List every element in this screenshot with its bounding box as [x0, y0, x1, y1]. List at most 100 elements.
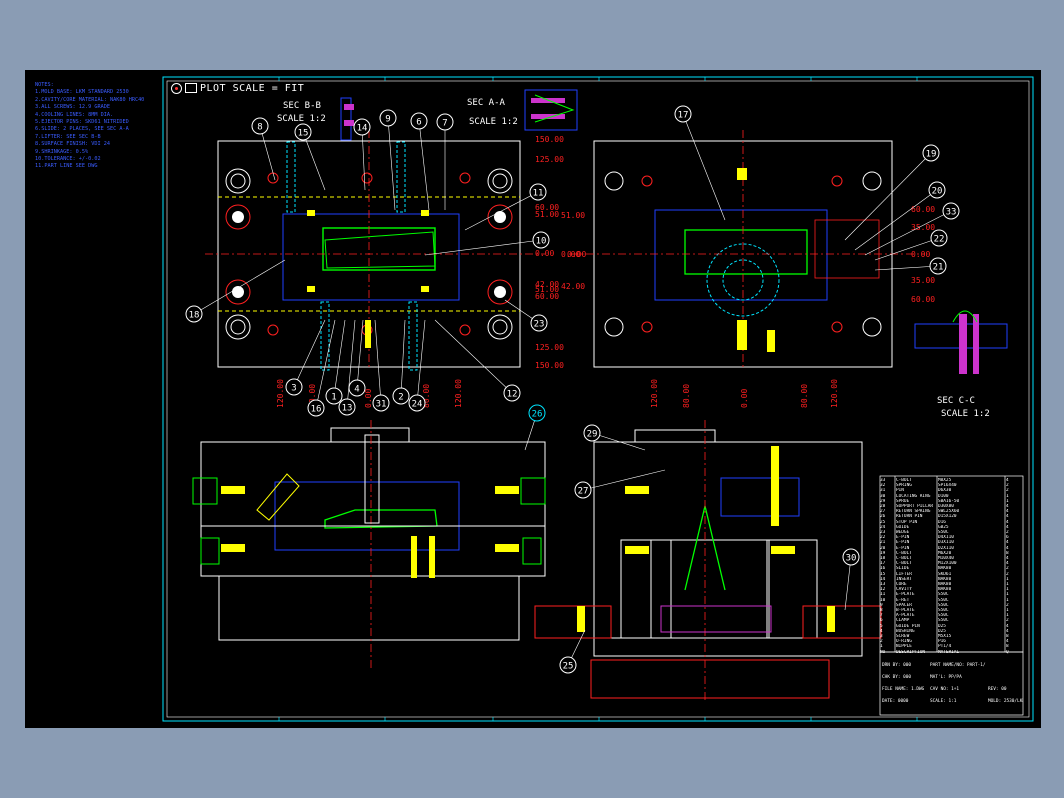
title-block-field: CAV NO: 1+1 [930, 687, 960, 692]
note-line: 11.PART LINE SEE DWG [35, 163, 98, 170]
bottom-right-view [534, 420, 882, 700]
dim-value: 120.00 [830, 379, 839, 408]
balloon-31: 31 [372, 319, 390, 412]
dim-value: 120.00 [650, 379, 659, 408]
balloon-leader [434, 319, 513, 394]
balloon-number: 11 [533, 189, 544, 199]
balloon-number: 9 [385, 115, 390, 125]
balloon-number: 22 [934, 235, 945, 245]
sec-b-detail [340, 97, 354, 141]
balloon-2: 2 [392, 319, 410, 405]
balloon-number: 33 [946, 208, 957, 218]
balloon-9: 9 [379, 109, 397, 211]
balloon-leader [682, 113, 726, 221]
balloon-number: 7 [442, 119, 447, 129]
note-line: 8.SURFACE FINISH: VDI 24 [35, 141, 110, 148]
sec-a-title: SEC A-A [467, 98, 506, 108]
top-left-view [205, 130, 545, 371]
plot-target-icon[interactable] [171, 82, 182, 94]
balloon-number: 17 [678, 111, 689, 121]
title-block-field: CHK BY: 000 [882, 675, 912, 680]
sec-c-detail [914, 310, 1008, 374]
balloon-leader [424, 239, 542, 256]
title-block-field: PART NAME/NO: PART-1/1 [930, 663, 986, 668]
balloon-number: 4 [354, 385, 359, 395]
dim-value: 35.00 [911, 223, 935, 232]
section-label-layer: SEC B-B SCALE 1:2 SEC A-A SCALE 1:2 SEC C-C S… [277, 98, 990, 419]
dim-value: 0.00 [911, 250, 930, 259]
note-line: 5.EJECTOR PINS: SKD61 NITRIDED [35, 119, 129, 126]
sec-a-scale: SCALE 1:2 [469, 117, 518, 127]
balloon-leader [374, 319, 382, 404]
balloon-number: 23 [534, 320, 545, 330]
title-block-field: DRN BY: 000 [882, 663, 912, 668]
balloon-10: 10 [424, 231, 550, 256]
plot-scale-bar[interactable]: PLOT SCALE = FIT [171, 81, 304, 95]
balloon-number: 19 [926, 150, 937, 160]
sec-b-scale: SCALE 1:2 [277, 114, 326, 124]
balloon-8: 8 [251, 117, 276, 181]
bottom-left-view [192, 420, 546, 670]
note-line: 9.SHRINKAGE: 0.5% [35, 148, 89, 155]
cad-viewport[interactable]: 150.00 125.00 60.00 51.00 0.00 42.00 51.00 60.0… [25, 70, 1041, 728]
balloon-26: 26 [524, 404, 546, 451]
dim-value: 51.00 [561, 211, 585, 220]
balloon-leader [356, 319, 364, 389]
balloon-number: 20 [932, 187, 943, 197]
title-block-field: FILE NAME: 1.DWG [882, 687, 925, 692]
top-right-view [570, 130, 925, 370]
bom-name: DESCRIPTION [896, 649, 926, 655]
balloon-number: 6 [416, 118, 421, 128]
balloon-leader [400, 319, 406, 397]
title-block-field: SCALE: 1:1 [930, 699, 957, 704]
balloon-6: 6 [410, 112, 430, 211]
bom-spec: MATERIAL [938, 649, 960, 655]
balloon-leader [333, 319, 346, 397]
balloon-number: 13 [342, 404, 353, 414]
balloon-number: 31 [376, 400, 387, 410]
note-line: 3.ALL SCREWS: 12.9 GRADE [35, 104, 110, 111]
title-block-footer-row: DRN BY: 000 PART NAME/NO: PART-1/1 [880, 662, 1023, 669]
title-block: 33 C-BOLT M8X25 4 32 SPRING SP16X40 2 31 PIN D6X30… [880, 478, 1023, 716]
balloon-11: 11 [464, 183, 547, 231]
note-line: 4.COOLING LINES: 8MM DIA. [35, 111, 114, 118]
title-block-field: REV: 00 [988, 687, 1007, 692]
sec-a-detail [524, 89, 578, 131]
balloon-number: 26 [532, 410, 543, 420]
dim-value: 80.00 [800, 384, 809, 408]
title-block-field: MAT'L: PP/PA [930, 675, 962, 680]
balloon-17: 17 [674, 105, 726, 221]
note-line: NOTES: [35, 82, 54, 88]
title-block-footer-row: CHK BY: 000 MAT'L: PP/PA [880, 674, 1023, 681]
dim-value: 51.00 [535, 210, 559, 219]
balloon-number: 18 [189, 311, 200, 321]
title-block-field: DATE: 0000 [882, 699, 909, 704]
balloon-number: 10 [536, 237, 547, 247]
drawing-notes: NOTES: 1.MOLD BASE: LKM STANDARD 2530 2.CA… [35, 82, 165, 171]
balloon-7: 7 [436, 113, 454, 210]
balloon-layer: 8 15 14 9 6 7 11 10 18 3 16 1 134 31 2 24 12 23 17 19 20 33 22… [185, 105, 960, 674]
dim-value: 42.00 [561, 282, 585, 291]
balloon-number: 15 [298, 129, 309, 139]
plot-window-icon[interactable] [185, 83, 197, 93]
balloon-leader [464, 191, 539, 231]
title-block-footer-row: DATE: 0000 SCALE: 1:1 MOLD: 2530/LKM BASE-… [880, 698, 1023, 705]
bom-row: NO DESCRIPTION MATERIAL Q [880, 650, 1023, 655]
balloon-leader [582, 469, 666, 491]
dim-value: 125.00 [535, 155, 564, 164]
plot-scale-label: PLOT SCALE = FIT [200, 82, 305, 94]
balloon-number: 29 [587, 430, 598, 440]
balloon-number: 16 [311, 405, 322, 415]
balloon-29: 29 [583, 424, 646, 451]
balloon-30: 30 [842, 548, 860, 611]
balloon-number: 3 [291, 384, 296, 394]
dim-value: 150.00 [535, 135, 564, 144]
balloon-leader [293, 319, 326, 388]
balloon-leader [193, 259, 286, 315]
balloon-number: 27 [578, 487, 589, 497]
dim-value: 120.00 [454, 379, 463, 408]
balloon-23: 23 [504, 299, 548, 332]
balloon-15: 15 [294, 123, 326, 191]
dim-value: 0.00 [740, 389, 749, 408]
dim-value: 0.00 [561, 250, 580, 259]
